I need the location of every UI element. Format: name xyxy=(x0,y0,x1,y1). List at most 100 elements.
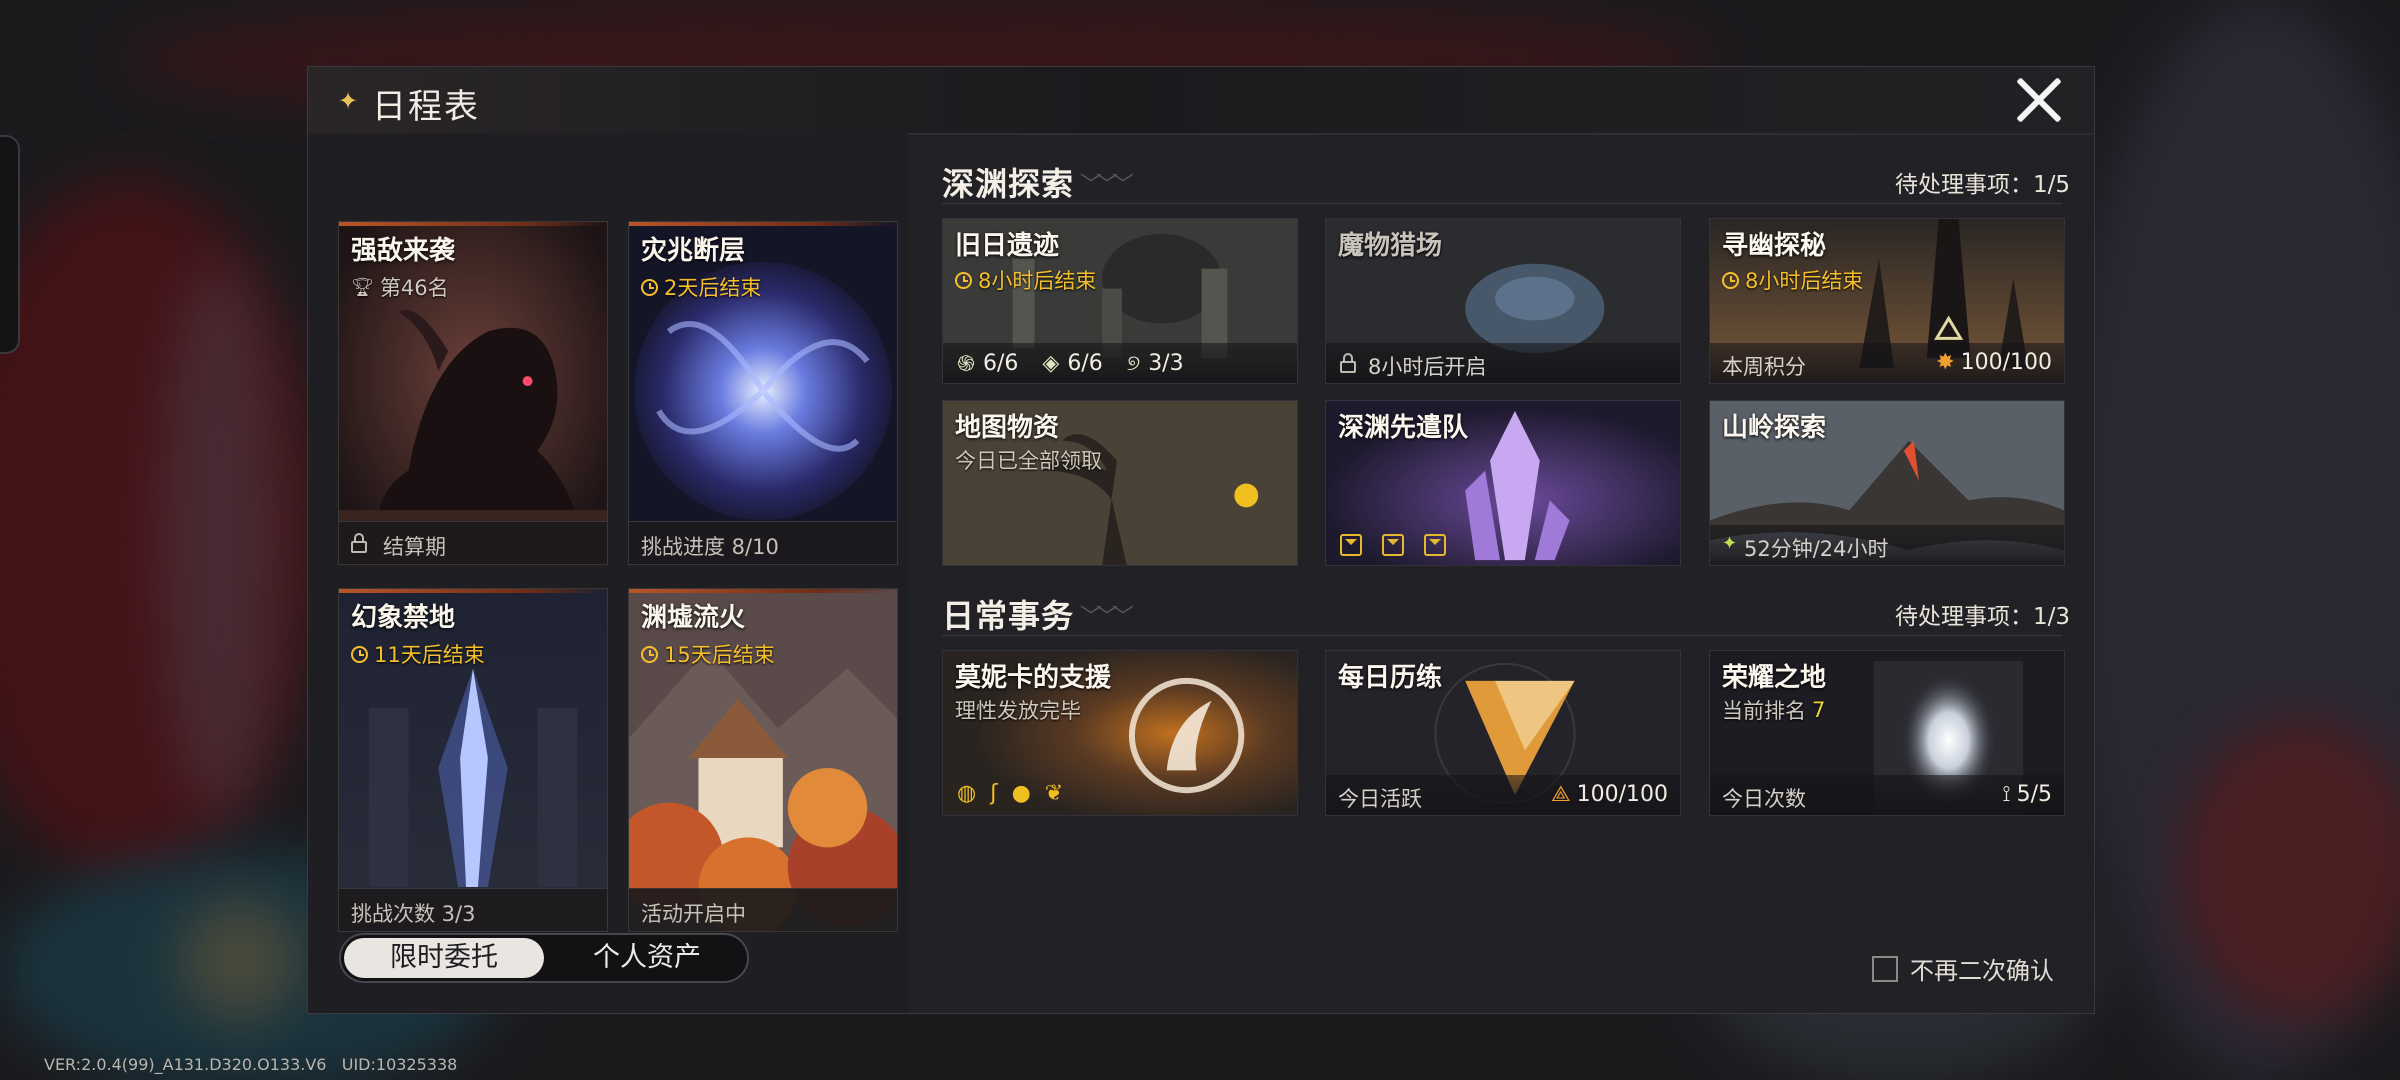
tile-old-ruins[interactable]: 旧日遗迹 8小时后结束 ֍ 6/6 ◈ 6/6 ୭ 3/3 xyxy=(942,218,1298,384)
event-card-illusion-zone[interactable]: 幻象禁地 11天后结束 挑战次数 3/3 xyxy=(338,588,608,932)
tab-personal-assets[interactable]: 个人资产 xyxy=(551,938,743,978)
event-name: 渊墟流火 xyxy=(641,603,746,633)
event-name: 幻象禁地 xyxy=(351,603,456,633)
hourglass-icon xyxy=(1424,534,1446,556)
hourglass-icon xyxy=(1382,534,1404,556)
event-timer: 2天后结束 xyxy=(641,272,761,302)
tile-secret-exploration[interactable]: 寻幽探秘 8小时后结束 本周积分 ✸ 100/100 xyxy=(1709,218,2065,384)
event-footer: 结算期 xyxy=(339,521,607,564)
event-footer: 挑战次数 3/3 xyxy=(339,888,607,931)
event-timer-text: 15天后结束 xyxy=(664,643,775,667)
pending-value: 1/3 xyxy=(2032,604,2070,630)
sparkle-icon: ✦ xyxy=(338,87,359,115)
checkbox-box[interactable] xyxy=(1872,955,1898,982)
event-footer: 挑战进度 8/10 xyxy=(629,521,897,564)
pending-label: 待处理事项： xyxy=(1894,604,2033,630)
side-drawer-handle[interactable] xyxy=(0,135,20,354)
tile-footer-value: 5/5 xyxy=(2016,782,2052,807)
clock-icon xyxy=(641,278,658,296)
tab-switch: 限时委托 个人资产 xyxy=(339,933,749,983)
tile-footer-label: 今日活跃 xyxy=(1338,787,1422,811)
chevrons-decoration: ﹀﹀﹀ xyxy=(1080,173,1134,198)
tile-footer: ✦ 52分钟/24小时 xyxy=(1710,525,2064,565)
tile-name: 旧日遗迹 xyxy=(955,231,1060,261)
abyss-pending: 待处理事项：1/5 xyxy=(1895,165,2070,199)
diamond-icon: ◈ xyxy=(1042,351,1060,376)
event-card-omen-rift[interactable]: 灾兆断层 2天后结束 挑战进度 8/10 xyxy=(628,221,898,565)
tile-name: 每日历练 xyxy=(1338,663,1443,693)
event-card-abyss-fire[interactable]: 渊墟流火 15天后结束 活动开启中 xyxy=(628,588,898,932)
tile-footer: 本周积分 ✸ 100/100 xyxy=(1710,343,2064,383)
tile-abyss-vanguard[interactable]: 深渊先遣队 xyxy=(1325,400,1681,566)
schedule-panel: ✦ 日程表 强敌来袭 🏆︎ 第46名 结算期 灾兆断层 2天后结束 挑战进度 8… xyxy=(307,66,2095,1014)
tile-footer: 今日次数 ⟟ 5/5 xyxy=(1710,775,2064,815)
spear-icon: ⟟ xyxy=(2002,782,2011,807)
event-column: 强敌来袭 🏆︎ 第46名 结算期 灾兆断层 2天后结束 挑战进度 8/10 幻象… xyxy=(308,133,908,1013)
tile-name: 荣耀之地 xyxy=(1722,663,1827,693)
tile-monster-hunt[interactable]: 魔物猎场 8小时后开启 xyxy=(1325,218,1681,384)
hook-icon: ʃ xyxy=(990,781,998,806)
rank-value: 7 xyxy=(1812,698,1826,722)
tile-footer-text: 52分钟/24小时 xyxy=(1744,537,1889,561)
pending-label: 待处理事项： xyxy=(1894,172,2033,198)
clock-icon xyxy=(955,271,972,289)
skip-confirm-checkbox[interactable]: 不再二次确认 xyxy=(1872,951,2054,986)
tile-footer: ֍ 6/6 ◈ 6/6 ୭ 3/3 xyxy=(943,343,1297,383)
checkbox-label: 不再二次确认 xyxy=(1910,957,2054,985)
event-rank: 🏆︎ 第46名 xyxy=(351,272,449,302)
lock-icon xyxy=(1340,353,1356,373)
tile-timer-text: 8小时后结束 xyxy=(1745,269,1864,293)
section-title-daily: 日常事务 xyxy=(942,597,1075,635)
event-timer-text: 11天后结束 xyxy=(374,643,485,667)
tile-name: 山岭探索 xyxy=(1722,413,1827,443)
hourglass-icon xyxy=(1340,534,1362,556)
flame-badge-icon: ⟁ xyxy=(1550,782,1571,807)
lock-icon xyxy=(351,533,367,553)
event-card-strong-enemy[interactable]: 强敌来袭 🏆︎ 第46名 结算期 xyxy=(338,221,608,565)
rank-label: 当前排名 xyxy=(1722,699,1806,723)
page-title: 日程表 xyxy=(372,87,480,127)
trophy-icon: 🏆︎ xyxy=(351,276,374,298)
leaf-icon: ❦ xyxy=(1044,781,1064,806)
clock-icon xyxy=(641,645,658,663)
version-info: VER:2.0.4(99)_A131.D320.O133.V6 UID:1032… xyxy=(44,1055,457,1074)
tile-name: 地图物资 xyxy=(955,413,1060,443)
spiral-icon: ୭ xyxy=(1126,351,1141,376)
tile-footer xyxy=(1326,525,1680,565)
daily-pending: 待处理事项：1/3 xyxy=(1895,597,2070,631)
clock-icon xyxy=(1722,271,1739,289)
close-icon[interactable] xyxy=(2014,75,2064,125)
tile-timer-text: 8小时后结束 xyxy=(978,269,1097,293)
divider xyxy=(942,635,2062,636)
burst-icon: ✸ xyxy=(1936,350,1955,375)
tile-footer: 今日活跃 ⟁ 100/100 xyxy=(1326,775,1680,815)
tile-mountain-exploration[interactable]: 山岭探索 ✦ 52分钟/24小时 xyxy=(1709,400,2065,566)
fruit-icon: ● xyxy=(1011,781,1031,806)
event-footer-text: 活动开启中 xyxy=(641,902,746,926)
tile-name: 寻幽探秘 xyxy=(1722,231,1827,261)
panel-header: ✦ 日程表 xyxy=(308,67,2094,135)
tile-footer-text: 8小时后开启 xyxy=(1368,355,1487,379)
tile-rank: 当前排名 7 xyxy=(1722,695,1825,725)
tile-daily-training[interactable]: 每日历练 今日活跃 ⟁ 100/100 xyxy=(1325,650,1681,816)
tile-footer: ◍ ʃ ● ❦ xyxy=(943,775,1297,815)
pending-value: 1/5 xyxy=(2032,172,2070,198)
event-timer: 15天后结束 xyxy=(641,639,775,669)
shell-icon: ◍ xyxy=(957,781,977,806)
event-footer-text: 挑战次数 3/3 xyxy=(351,902,476,926)
tile-name: 魔物猎场 xyxy=(1338,231,1443,261)
tile-timer: 8小时后结束 xyxy=(1722,265,1863,295)
sparkle-icon: ✦ xyxy=(1722,533,1738,554)
event-timer-text: 2天后结束 xyxy=(664,276,762,300)
tile-map-supplies[interactable]: 地图物资 今日已全部领取 xyxy=(942,400,1298,566)
tile-footer: 8小时后开启 xyxy=(1326,343,1680,383)
uid-text: UID:10325338 xyxy=(341,1055,458,1074)
tile-glory-land[interactable]: 荣耀之地 当前排名 7 今日次数 ⟟ 5/5 xyxy=(1709,650,2065,816)
event-rank-text: 第46名 xyxy=(379,276,449,300)
tile-name: 深渊先遣队 xyxy=(1338,413,1469,443)
tile-monica-support[interactable]: 莫妮卡的支援 理性发放完毕 ◍ ʃ ● ❦ xyxy=(942,650,1298,816)
tab-limited-commission[interactable]: 限时委托 xyxy=(344,938,544,978)
tile-timer: 8小时后结束 xyxy=(955,265,1096,295)
stat-value: 6/6 xyxy=(1067,351,1103,376)
chevrons-decoration: ﹀﹀﹀ xyxy=(1080,605,1134,630)
